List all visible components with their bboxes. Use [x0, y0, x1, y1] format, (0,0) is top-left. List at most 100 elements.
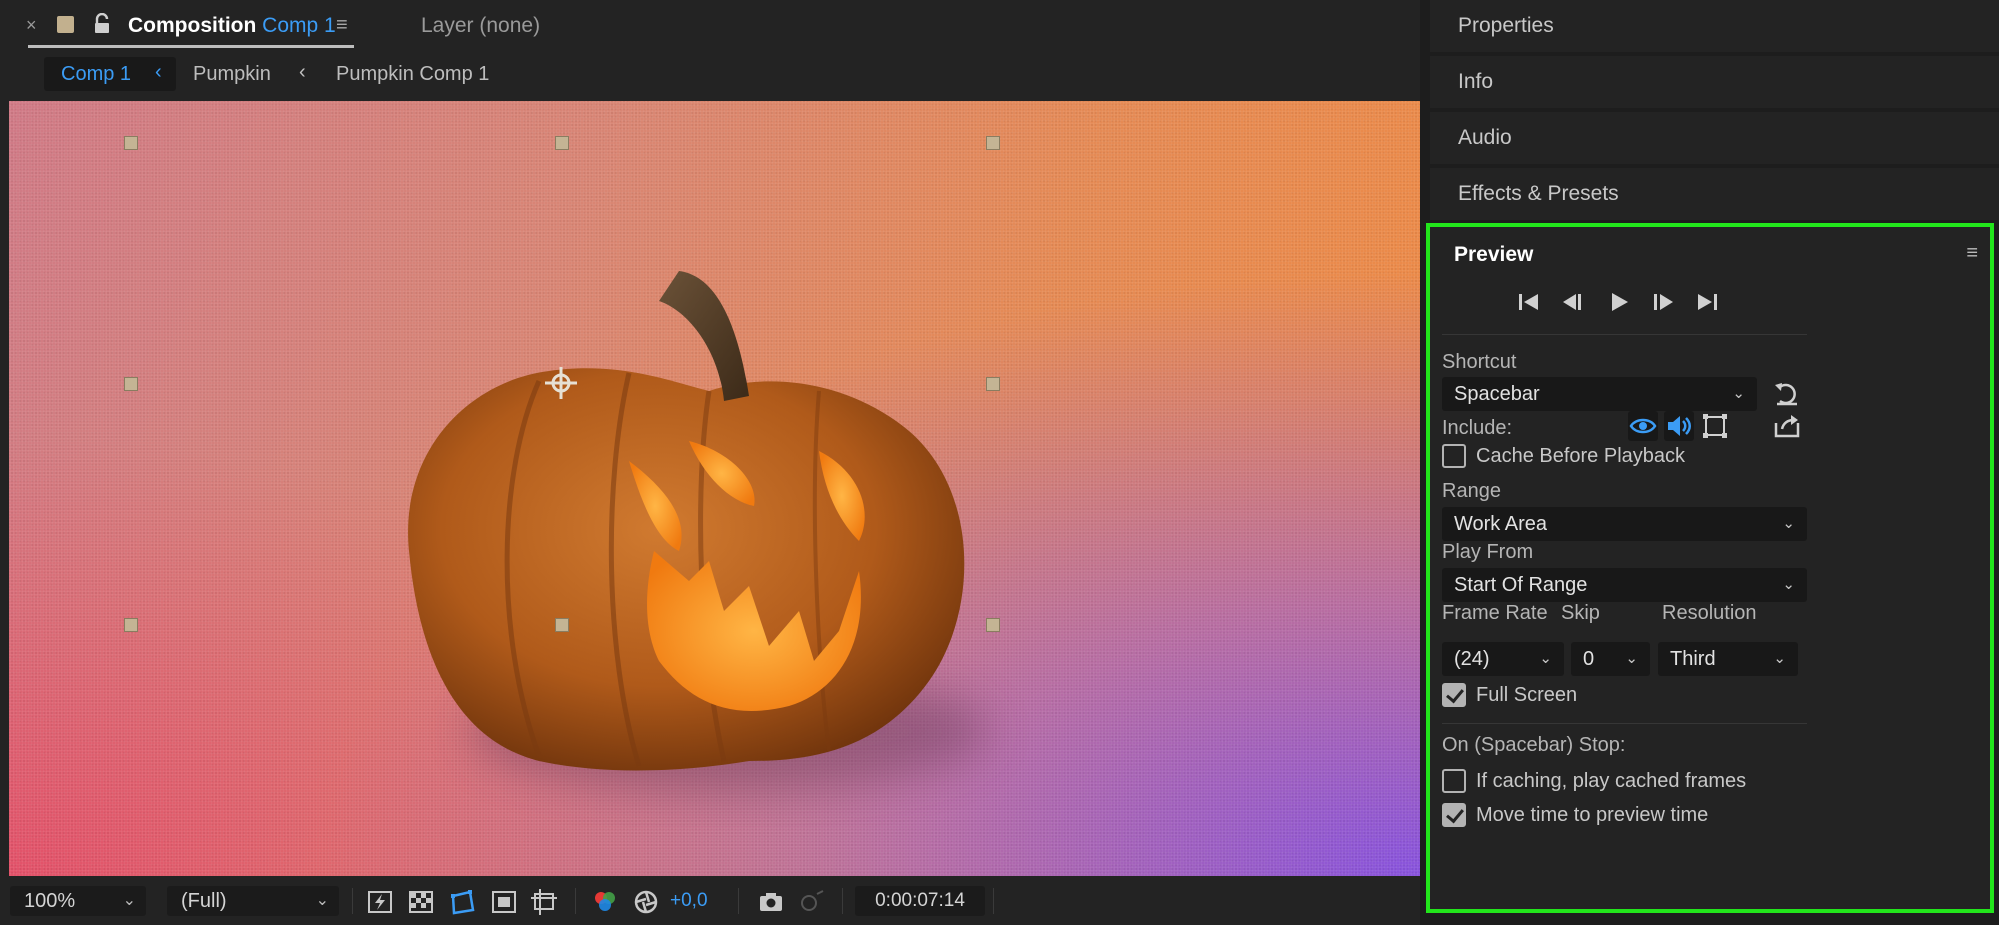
skip-label: Skip — [1561, 602, 1600, 624]
frame-rate-label: Frame Rate — [1442, 602, 1548, 624]
play-from-label: Play From — [1442, 541, 1534, 563]
divider — [842, 888, 843, 914]
panel-title: Info — [1458, 70, 1494, 93]
chevron-down-icon: ⌄ — [1782, 515, 1795, 532]
viewer-toolbar: 100% ⌄ (Full) ⌄ +0,0 0:00:07:14 — [0, 876, 1420, 925]
transform-handle[interactable] — [124, 618, 138, 632]
chevron-down-icon: ⌄ — [315, 892, 329, 909]
transform-handle[interactable] — [555, 618, 569, 632]
grid-guides-icon[interactable] — [530, 888, 558, 916]
chevron-down-icon: ⌄ — [1539, 650, 1552, 667]
channel-icon[interactable] — [591, 888, 619, 916]
breadcrumb-separator-icon: ‹ — [299, 61, 306, 83]
properties-panel-header[interactable]: Properties — [1430, 0, 1999, 52]
preview-resolution-value: Third — [1670, 648, 1716, 670]
zoom-dropdown[interactable]: 100% ⌄ — [10, 886, 146, 916]
preview-panel: Preview ≡ Shortcut Spacebar ⌄ Include: C… — [1426, 223, 1994, 913]
close-tab-icon[interactable]: × — [26, 15, 37, 36]
last-frame-icon[interactable] — [1694, 289, 1720, 315]
breadcrumb-item-pumpkin[interactable]: Pumpkin — [193, 63, 271, 86]
effects-presets-panel-header[interactable]: Effects & Presets — [1430, 168, 1999, 220]
panel-title: Properties — [1458, 14, 1554, 37]
composition-tab[interactable]: Composition Comp 1 — [128, 14, 336, 38]
comp-color-swatch-icon — [57, 16, 74, 33]
range-dropdown[interactable]: Work Area ⌄ — [1442, 507, 1807, 541]
composition-panel: × Composition Comp 1 ≡ Layer (none) Comp… — [0, 0, 1420, 925]
divider — [575, 888, 576, 914]
transform-handle[interactable] — [986, 618, 1000, 632]
cache-before-playback-checkbox[interactable] — [1442, 444, 1466, 468]
preview-title: Preview — [1454, 243, 1534, 266]
previous-frame-icon[interactable] — [1560, 289, 1586, 315]
color-management-icon[interactable] — [632, 888, 660, 916]
lock-icon[interactable] — [92, 13, 112, 35]
transparency-grid-icon[interactable] — [407, 888, 435, 916]
chevron-down-icon: ⌄ — [1773, 650, 1786, 667]
shortcut-dropdown[interactable]: Spacebar ⌄ — [1442, 377, 1757, 411]
range-label: Range — [1442, 480, 1501, 502]
anchor-point-icon[interactable] — [544, 366, 578, 400]
chevron-down-icon: ⌄ — [1625, 650, 1638, 667]
resolution-label: Resolution — [1662, 602, 1757, 624]
include-overlays-icon[interactable] — [1700, 411, 1730, 441]
breadcrumb-separator-icon: ‹ — [155, 61, 162, 83]
next-frame-icon[interactable] — [1650, 289, 1676, 315]
range-value: Work Area — [1454, 513, 1547, 535]
first-frame-icon[interactable] — [1516, 289, 1542, 315]
composition-tab-prefix: Composition — [128, 14, 257, 37]
shortcut-label: Shortcut — [1442, 351, 1517, 373]
layer-tab[interactable]: Layer (none) — [421, 14, 540, 38]
include-video-icon[interactable] — [1628, 411, 1658, 441]
divider — [993, 888, 994, 914]
shortcut-value: Spacebar — [1454, 383, 1540, 405]
divider — [352, 888, 353, 914]
skip-value: 0 — [1583, 648, 1595, 670]
cache-before-playback-label: Cache Before Playback — [1476, 445, 1686, 467]
fast-preview-icon[interactable] — [366, 888, 394, 916]
resolution-value: (Full) — [181, 890, 227, 912]
audio-panel-header[interactable]: Audio — [1430, 112, 1999, 164]
resolution-dropdown[interactable]: (Full) ⌄ — [167, 886, 339, 916]
breadcrumb: Comp 1 ‹ Pumpkin ‹ Pumpkin Comp 1 — [0, 52, 1420, 98]
panel-menu-icon[interactable]: ≡ — [1966, 242, 1978, 265]
play-icon[interactable] — [1606, 289, 1632, 315]
transform-handle[interactable] — [124, 377, 138, 391]
if-caching-checkbox[interactable] — [1442, 769, 1466, 793]
camera-snapshot-icon[interactable] — [757, 888, 785, 916]
play-from-dropdown[interactable]: Start Of Range ⌄ — [1442, 568, 1807, 602]
exposure-value[interactable]: +0,0 — [670, 890, 708, 912]
transform-handle[interactable] — [124, 136, 138, 150]
preview-resolution-dropdown[interactable]: Third ⌄ — [1658, 642, 1798, 676]
pumpkin-image — [408, 271, 989, 791]
move-time-checkbox[interactable] — [1442, 803, 1466, 827]
reset-icon[interactable] — [1772, 379, 1802, 409]
panel-title: Audio — [1458, 126, 1512, 149]
frame-rate-dropdown[interactable]: (24) ⌄ — [1442, 642, 1564, 676]
external-output-icon[interactable] — [1772, 411, 1802, 441]
mask-visibility-icon[interactable] — [448, 888, 476, 916]
divider — [1442, 723, 1807, 724]
composition-tab-name: Comp 1 — [262, 14, 336, 37]
include-audio-icon[interactable] — [1664, 411, 1694, 441]
if-caching-label: If caching, play cached frames — [1476, 770, 1747, 792]
breadcrumb-item-comp1[interactable]: Comp 1 — [61, 63, 131, 86]
region-of-interest-icon[interactable] — [490, 888, 518, 916]
divider — [738, 888, 739, 914]
current-time-display[interactable]: 0:00:07:14 — [855, 886, 985, 916]
composition-viewer[interactable] — [9, 101, 1420, 876]
full-screen-checkbox[interactable] — [1442, 683, 1466, 707]
stop-behavior-label: On (Spacebar) Stop: — [1442, 734, 1626, 756]
info-panel-header[interactable]: Info — [1430, 56, 1999, 108]
breadcrumb-item-pumpkin-comp1[interactable]: Pumpkin Comp 1 — [336, 63, 489, 86]
transform-handle[interactable] — [986, 136, 1000, 150]
play-from-value: Start Of Range — [1454, 574, 1588, 596]
transform-handle[interactable] — [555, 136, 569, 150]
tab-menu-icon[interactable]: ≡ — [336, 14, 348, 37]
chevron-down-icon: ⌄ — [1732, 385, 1745, 402]
frame-rate-value: (24) — [1454, 648, 1490, 670]
show-snapshot-icon[interactable] — [797, 888, 825, 916]
transform-handle[interactable] — [986, 377, 1000, 391]
skip-dropdown[interactable]: 0 ⌄ — [1571, 642, 1650, 676]
zoom-value: 100% — [24, 890, 76, 912]
divider — [1442, 334, 1807, 335]
